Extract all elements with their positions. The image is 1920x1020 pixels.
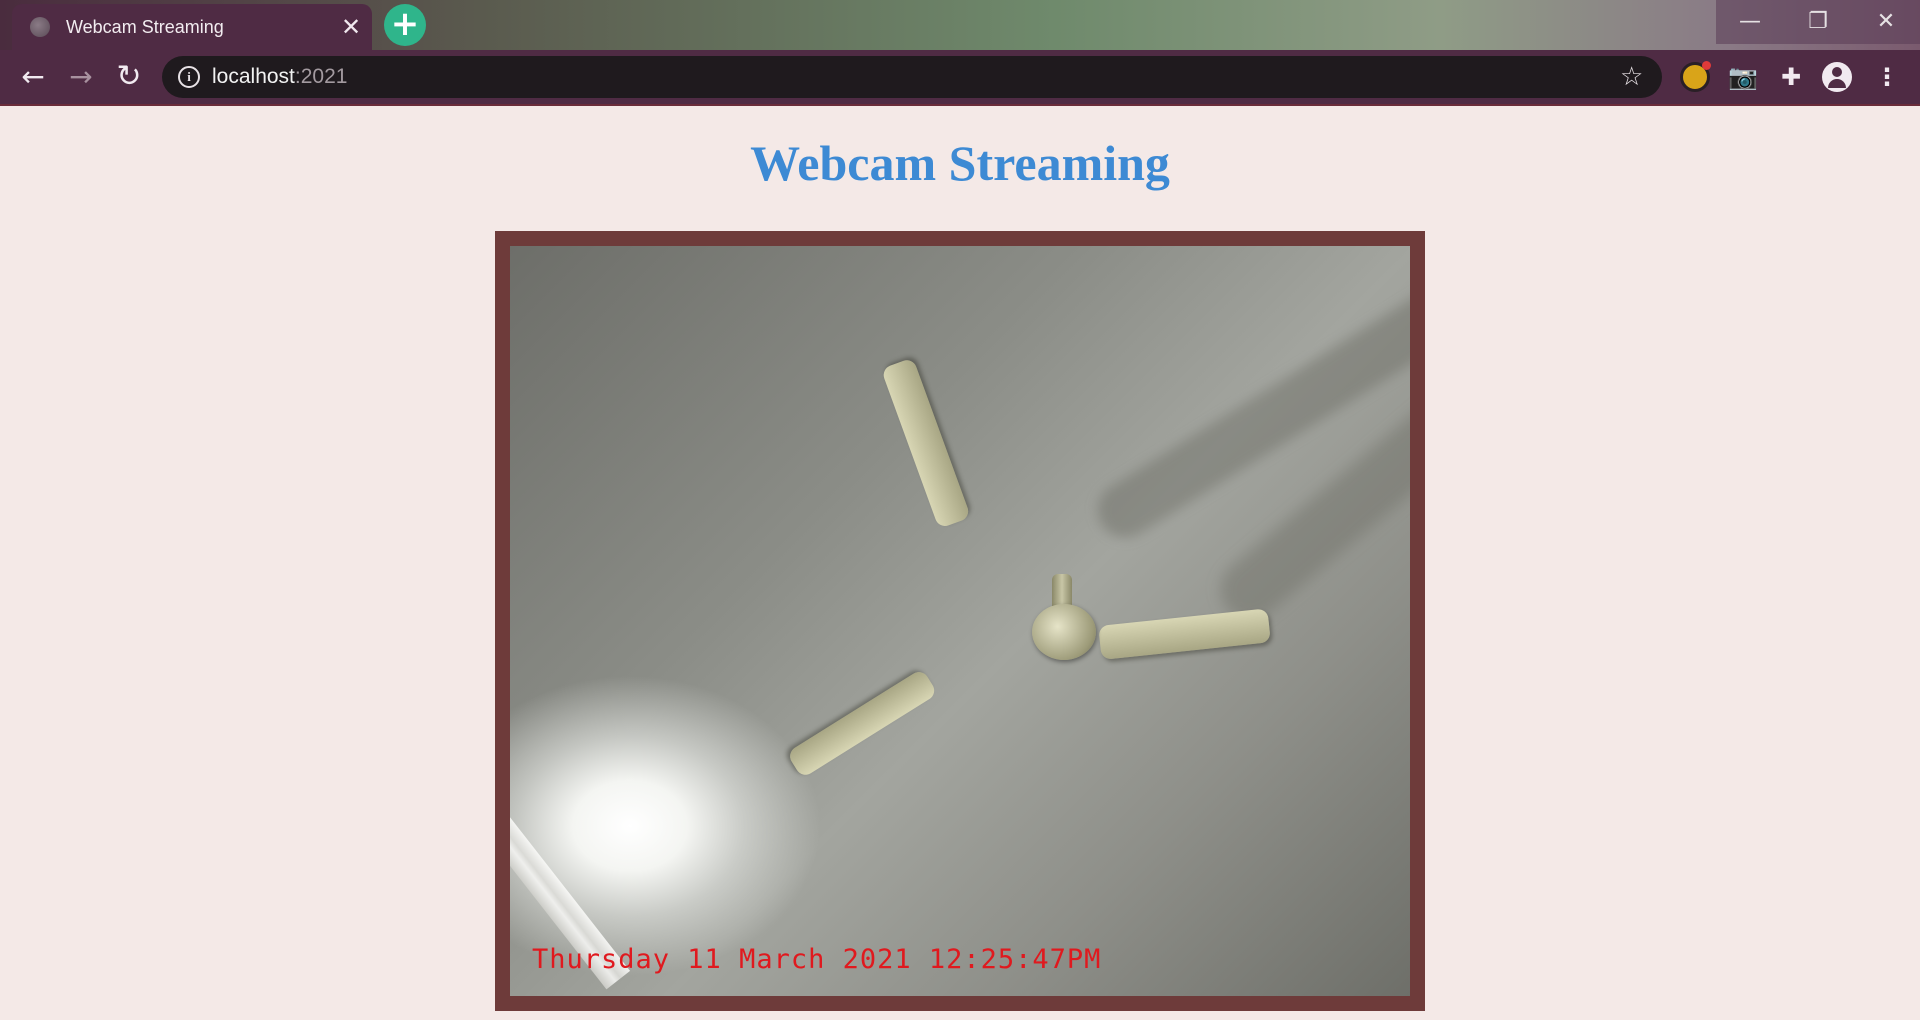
tab-close-icon[interactable]: ✕ bbox=[336, 12, 366, 42]
camera-icon[interactable]: 📷 bbox=[1726, 60, 1760, 94]
minimize-button[interactable]: — bbox=[1716, 0, 1784, 44]
fan-hub bbox=[1032, 604, 1096, 660]
browser-tab[interactable]: Webcam Streaming ✕ bbox=[12, 4, 372, 50]
back-button[interactable]: ← bbox=[14, 58, 52, 96]
webcam-video-feed: Thursday 11 March 2021 12:25:47PM bbox=[510, 246, 1410, 996]
fan-blade bbox=[786, 668, 938, 779]
site-info-icon[interactable]: i bbox=[178, 66, 200, 88]
puzzle-extensions-icon[interactable]: ✚ bbox=[1774, 60, 1808, 94]
bookmark-star-icon[interactable]: ☆ bbox=[1620, 62, 1643, 92]
tab-title: Webcam Streaming bbox=[66, 17, 224, 37]
stream-timestamp: Thursday 11 March 2021 12:25:47PM bbox=[532, 944, 1102, 975]
fan-blade bbox=[880, 357, 971, 529]
stream-frame: Thursday 11 March 2021 12:25:47PM bbox=[495, 231, 1425, 1011]
more-menu-icon[interactable]: ⋮ bbox=[1870, 60, 1904, 94]
new-tab-button[interactable]: + bbox=[384, 4, 426, 46]
url-text[interactable]: localhost:2021 bbox=[212, 65, 347, 89]
forward-button[interactable]: → bbox=[62, 58, 100, 96]
reload-button[interactable]: ↻ bbox=[110, 58, 148, 96]
browser-toolbar: ← → ↻ i localhost:2021 ☆ 📷 ✚ ⋮ bbox=[0, 50, 1920, 106]
browser-titlebar: Webcam Streaming ✕ + — ❐ ✕ bbox=[0, 0, 1920, 50]
restore-button[interactable]: ❐ bbox=[1784, 0, 1852, 44]
address-bar[interactable]: i localhost:2021 ☆ bbox=[162, 56, 1662, 98]
globe-favicon-icon bbox=[30, 17, 50, 37]
profile-avatar-icon[interactable] bbox=[1820, 60, 1854, 94]
close-window-button[interactable]: ✕ bbox=[1852, 0, 1920, 44]
extension-badge-icon[interactable] bbox=[1678, 60, 1712, 94]
page-title: Webcam Streaming bbox=[750, 135, 1170, 191]
fan-blade bbox=[1098, 608, 1271, 660]
